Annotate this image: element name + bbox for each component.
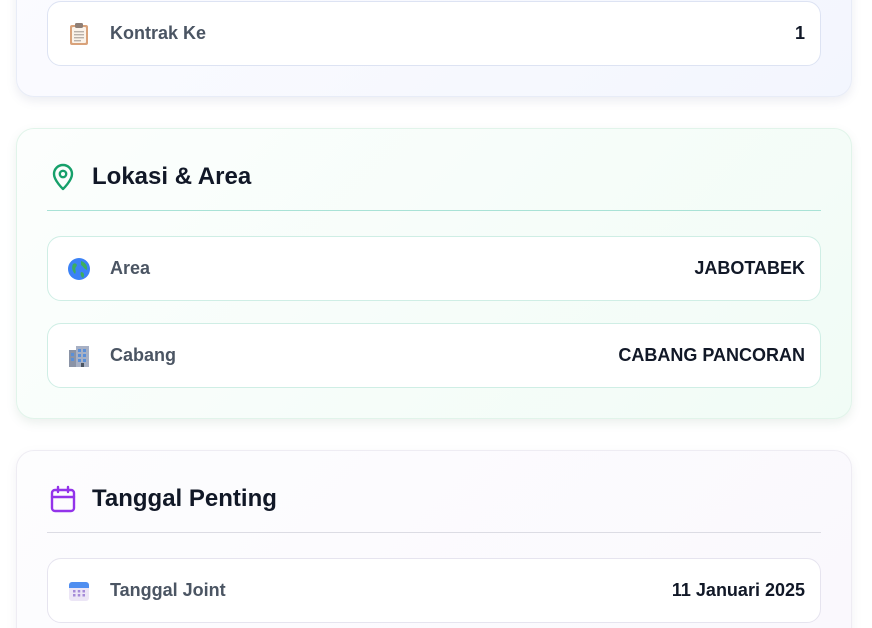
row-label: Cabang <box>110 345 177 365</box>
branch-row: Cabang CABANG PANCORAN <box>47 323 821 388</box>
map-pin-icon <box>48 162 78 192</box>
contract-card: Kontrak Ke 1 <box>16 0 852 97</box>
section-title: Tanggal Penting <box>92 485 277 512</box>
calendar-emoji-icon <box>66 578 92 604</box>
contract-number-row: Kontrak Ke 1 <box>47 1 821 66</box>
calendar-icon <box>48 484 78 514</box>
row-value: 11 Januari 2025 <box>671 580 805 600</box>
clipboard-icon <box>66 21 92 47</box>
dates-card: Tanggal Penting Tanggal Joint 11 Januari… <box>16 450 852 628</box>
location-card-header: Lokasi & Area <box>47 162 821 211</box>
area-row: Area JABOTABEK <box>47 236 821 301</box>
page: Kontrak Ke 1 Lokasi & Area Area JABOTABE… <box>0 0 872 628</box>
row-label: Area <box>110 258 151 278</box>
join-date-row: Tanggal Joint 11 Januari 2025 <box>47 558 821 623</box>
section-title: Lokasi & Area <box>92 163 252 190</box>
row-label: Tanggal Joint <box>110 580 226 600</box>
office-building-icon <box>66 343 92 369</box>
location-card: Lokasi & Area Area JABOTABEK Cabang CABA… <box>16 128 852 419</box>
globe-icon <box>66 256 92 282</box>
row-value: 1 <box>794 23 805 43</box>
dates-card-header: Tanggal Penting <box>47 484 821 533</box>
row-value: CABANG PANCORAN <box>618 345 805 365</box>
row-label: Kontrak Ke <box>110 23 207 43</box>
row-value: JABOTABEK <box>694 258 805 278</box>
